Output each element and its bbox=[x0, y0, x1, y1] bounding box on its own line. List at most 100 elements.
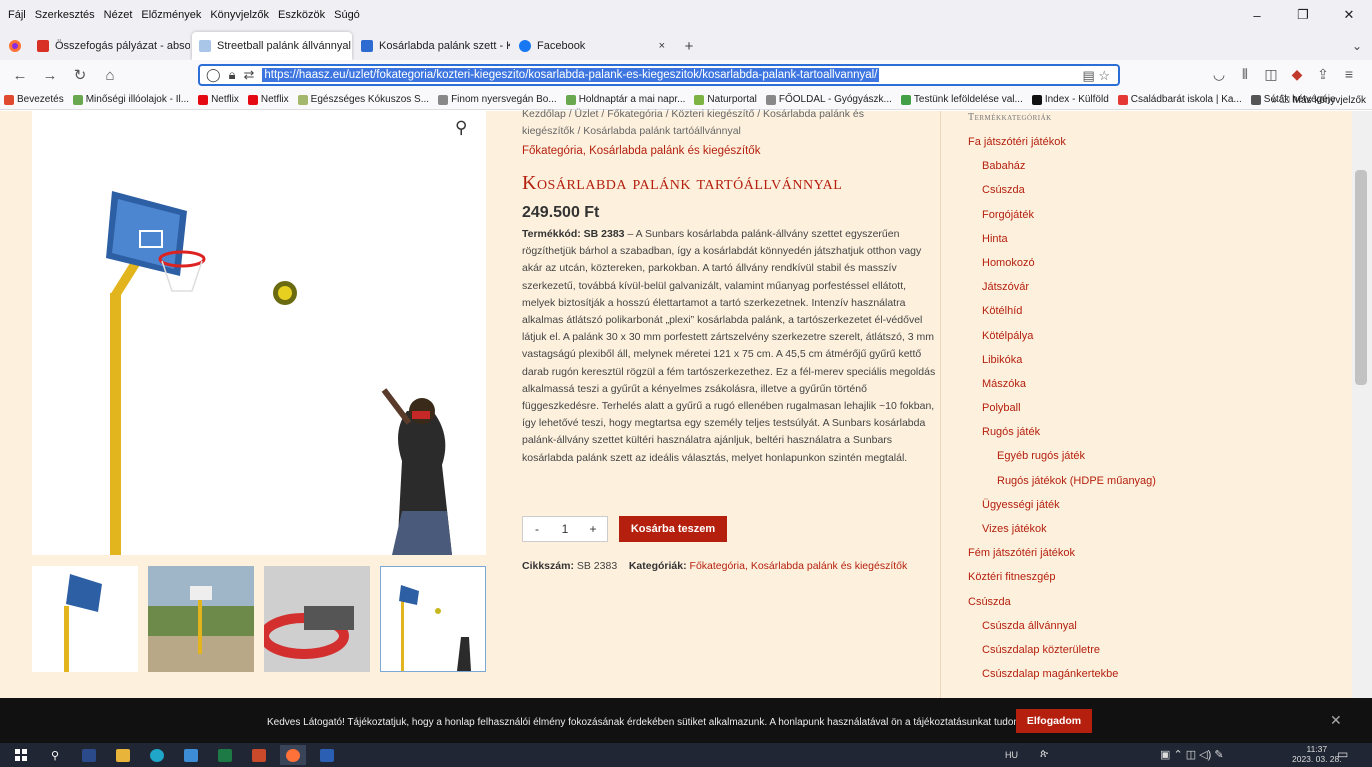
firefox-taskbar-icon[interactable] bbox=[280, 745, 306, 765]
category-link[interactable]: Forgójáték bbox=[968, 209, 1156, 233]
category-link[interactable]: Egyéb rugós játék bbox=[968, 450, 1156, 474]
close-tab-icon[interactable]: × bbox=[653, 40, 665, 52]
cookie-accept-button[interactable]: Elfogadom bbox=[1016, 709, 1092, 733]
product-main-image[interactable] bbox=[32, 111, 486, 555]
app-icon[interactable] bbox=[178, 745, 204, 765]
category-link[interactable]: Polyball bbox=[968, 402, 1156, 426]
extension-icon[interactable]: ◆ bbox=[1284, 66, 1310, 83]
bookmark-item[interactable]: Finom nyersvegán Bo... bbox=[438, 94, 557, 105]
bookmark-item[interactable]: FŐOLDAL - Gyógyászk... bbox=[765, 94, 892, 105]
menu-item[interactable]: Eszközök bbox=[278, 9, 325, 21]
bookmark-item[interactable]: Bevezetés bbox=[4, 94, 64, 105]
product-thumbnail-2[interactable] bbox=[148, 566, 254, 672]
bookmark-item[interactable]: Családbarát iskola | Ka... bbox=[1117, 94, 1242, 105]
close-window-button[interactable]: ✕ bbox=[1326, 0, 1372, 30]
category-link[interactable]: Mászóka bbox=[968, 378, 1156, 402]
tab-gmail[interactable]: Összefogás pályázat - absolutvil × bbox=[30, 32, 190, 60]
home-icon[interactable]: ⌂ bbox=[98, 63, 122, 87]
word-icon[interactable] bbox=[314, 745, 340, 765]
category-link[interactable]: Fém játszótéri játékok bbox=[968, 547, 1156, 571]
lock-icon[interactable]: 🔒︎ bbox=[229, 67, 236, 83]
quantity-minus-button[interactable]: - bbox=[523, 517, 551, 541]
bookmark-item[interactable]: Holdnaptár a mai napr... bbox=[565, 94, 685, 105]
category-link[interactable]: Csúszda állvánnyal bbox=[968, 620, 1156, 644]
menu-item[interactable]: Előzmények bbox=[141, 9, 201, 21]
category-link[interactable]: Kötélhíd bbox=[968, 305, 1156, 329]
pocket-icon[interactable]: ◡ bbox=[1206, 66, 1232, 83]
menu-item[interactable]: Könyvjelzők bbox=[210, 9, 269, 21]
bookmark-item[interactable]: Testünk leföldelése val... bbox=[900, 94, 1023, 105]
menu-item[interactable]: Szerkesztés bbox=[35, 9, 95, 21]
category-link[interactable]: Köztéri fitneszgép bbox=[968, 571, 1156, 595]
language-indicator[interactable]: HU bbox=[1005, 750, 1018, 760]
breadcrumb-line-1[interactable]: Kezdőlap / Üzlet / Főkategória / Közteri… bbox=[522, 106, 942, 123]
bookmark-item[interactable]: Naturportal bbox=[694, 94, 757, 105]
file-explorer-icon[interactable] bbox=[110, 745, 136, 765]
menu-item[interactable]: Fájl bbox=[8, 9, 26, 21]
scrollbar-thumb[interactable] bbox=[1355, 170, 1367, 385]
back-icon[interactable]: ← bbox=[8, 63, 32, 87]
category-link[interactable]: Kötélpálya bbox=[968, 330, 1156, 354]
bookmark-item[interactable]: Netflix bbox=[247, 94, 289, 105]
tray-icons[interactable]: ▣ ⌃ ◫ ◁) ✎ bbox=[1160, 748, 1224, 761]
product-categories[interactable]: Főkategória, Kosárlabda palánk és kiegés… bbox=[522, 145, 760, 157]
category-link[interactable]: Játszóvár bbox=[968, 281, 1156, 305]
edge-icon[interactable] bbox=[144, 745, 170, 765]
add-to-cart-button[interactable]: Kosárba teszem bbox=[619, 516, 727, 542]
product-thumbnail-3[interactable] bbox=[264, 566, 370, 672]
category-link[interactable]: Fa játszótéri játékok bbox=[968, 136, 1156, 160]
clock[interactable]: 11:37 2023. 03. 28. bbox=[1292, 744, 1342, 764]
reload-icon[interactable]: ↻ bbox=[68, 63, 92, 87]
categories-links[interactable]: Főkategória, Kosárlabda palánk és kiegés… bbox=[690, 560, 908, 572]
other-bookmarks[interactable]: » 🗀 Más könyvjelzők bbox=[1272, 93, 1366, 110]
start-icon[interactable] bbox=[8, 745, 34, 765]
menu-icon[interactable]: ≡ bbox=[1336, 66, 1362, 83]
category-link[interactable]: Homokozó bbox=[968, 257, 1156, 281]
library-icon[interactable]: ⫴ bbox=[1232, 66, 1258, 83]
powerpoint-icon[interactable] bbox=[246, 745, 272, 765]
cookie-close-icon[interactable]: ✕ bbox=[1330, 712, 1342, 729]
category-link[interactable]: Csúszdalap magánkertekbe bbox=[968, 668, 1156, 692]
permissions-icon[interactable]: ⇄ bbox=[243, 67, 254, 83]
reader-bookmark-icons[interactable]: ▤ ☆ bbox=[1082, 68, 1110, 84]
restore-button[interactable]: ❐ bbox=[1280, 0, 1326, 30]
category-link[interactable]: Csúszda bbox=[968, 596, 1156, 620]
category-link[interactable]: Ügyességi játék bbox=[968, 499, 1156, 523]
excel-icon[interactable] bbox=[212, 745, 238, 765]
sidebar-icon[interactable]: ◫ bbox=[1258, 66, 1284, 83]
product-thumbnail-1[interactable] bbox=[32, 566, 138, 672]
forward-icon[interactable]: → bbox=[38, 63, 62, 87]
category-link[interactable]: Babaház bbox=[968, 160, 1156, 184]
share-icon[interactable]: ⇪ bbox=[1310, 66, 1336, 83]
bookmark-item[interactable]: Egészséges Kókuszos S... bbox=[297, 94, 429, 105]
category-link[interactable]: Libikóka bbox=[968, 354, 1156, 378]
tab-kosarlabda[interactable]: Kosárlabda palánk szett - Kapu, ; × bbox=[354, 32, 510, 60]
firefox-icon[interactable] bbox=[0, 32, 30, 60]
breadcrumb-line-2[interactable]: kiegészítők / Kosárlabda palánk tartóáll… bbox=[522, 123, 942, 140]
category-link[interactable]: Csúszdalap közterületre bbox=[968, 644, 1156, 668]
url-text[interactable]: https://haasz.eu/uzlet/fokategoria/kozte… bbox=[262, 68, 880, 82]
tab-facebook[interactable]: Facebook × bbox=[512, 32, 672, 60]
list-tabs-icon[interactable]: ⌄ bbox=[1342, 32, 1372, 60]
category-link[interactable]: Rugós játékok (HDPE műanyag) bbox=[968, 475, 1156, 499]
bookmark-item[interactable]: Index - Külföld bbox=[1031, 94, 1109, 105]
search-icon[interactable]: ⚲ bbox=[42, 745, 68, 765]
bookmark-item[interactable]: Netflix bbox=[198, 94, 239, 105]
menu-item[interactable]: Nézet bbox=[104, 9, 133, 21]
product-thumbnail-4[interactable] bbox=[380, 566, 486, 672]
category-link[interactable]: Csúszda bbox=[968, 184, 1156, 208]
quantity-plus-button[interactable]: + bbox=[579, 517, 607, 541]
category-link[interactable]: Rugós játék bbox=[968, 426, 1156, 450]
url-bar[interactable]: ◯ 🔒︎ ⇄ https://haasz.eu/uzlet/fokategori… bbox=[198, 64, 1120, 86]
menu-item[interactable]: Súgó bbox=[334, 9, 360, 21]
category-link[interactable]: Vizes játékok bbox=[968, 523, 1156, 547]
bookmark-item[interactable]: Minőségi illóolajok - Il... bbox=[72, 94, 189, 105]
notification-icon[interactable]: ▭ bbox=[1337, 747, 1348, 761]
quantity-input[interactable]: 1 bbox=[551, 517, 579, 541]
category-link[interactable]: Hinta bbox=[968, 233, 1156, 257]
zoom-icon[interactable]: ⚲ bbox=[455, 118, 467, 138]
shield-icon[interactable]: ◯ bbox=[206, 67, 221, 83]
minimize-button[interactable]: – bbox=[1234, 0, 1280, 30]
people-icon[interactable]: ጵ bbox=[1040, 748, 1048, 761]
photoshop-icon[interactable] bbox=[76, 745, 102, 765]
